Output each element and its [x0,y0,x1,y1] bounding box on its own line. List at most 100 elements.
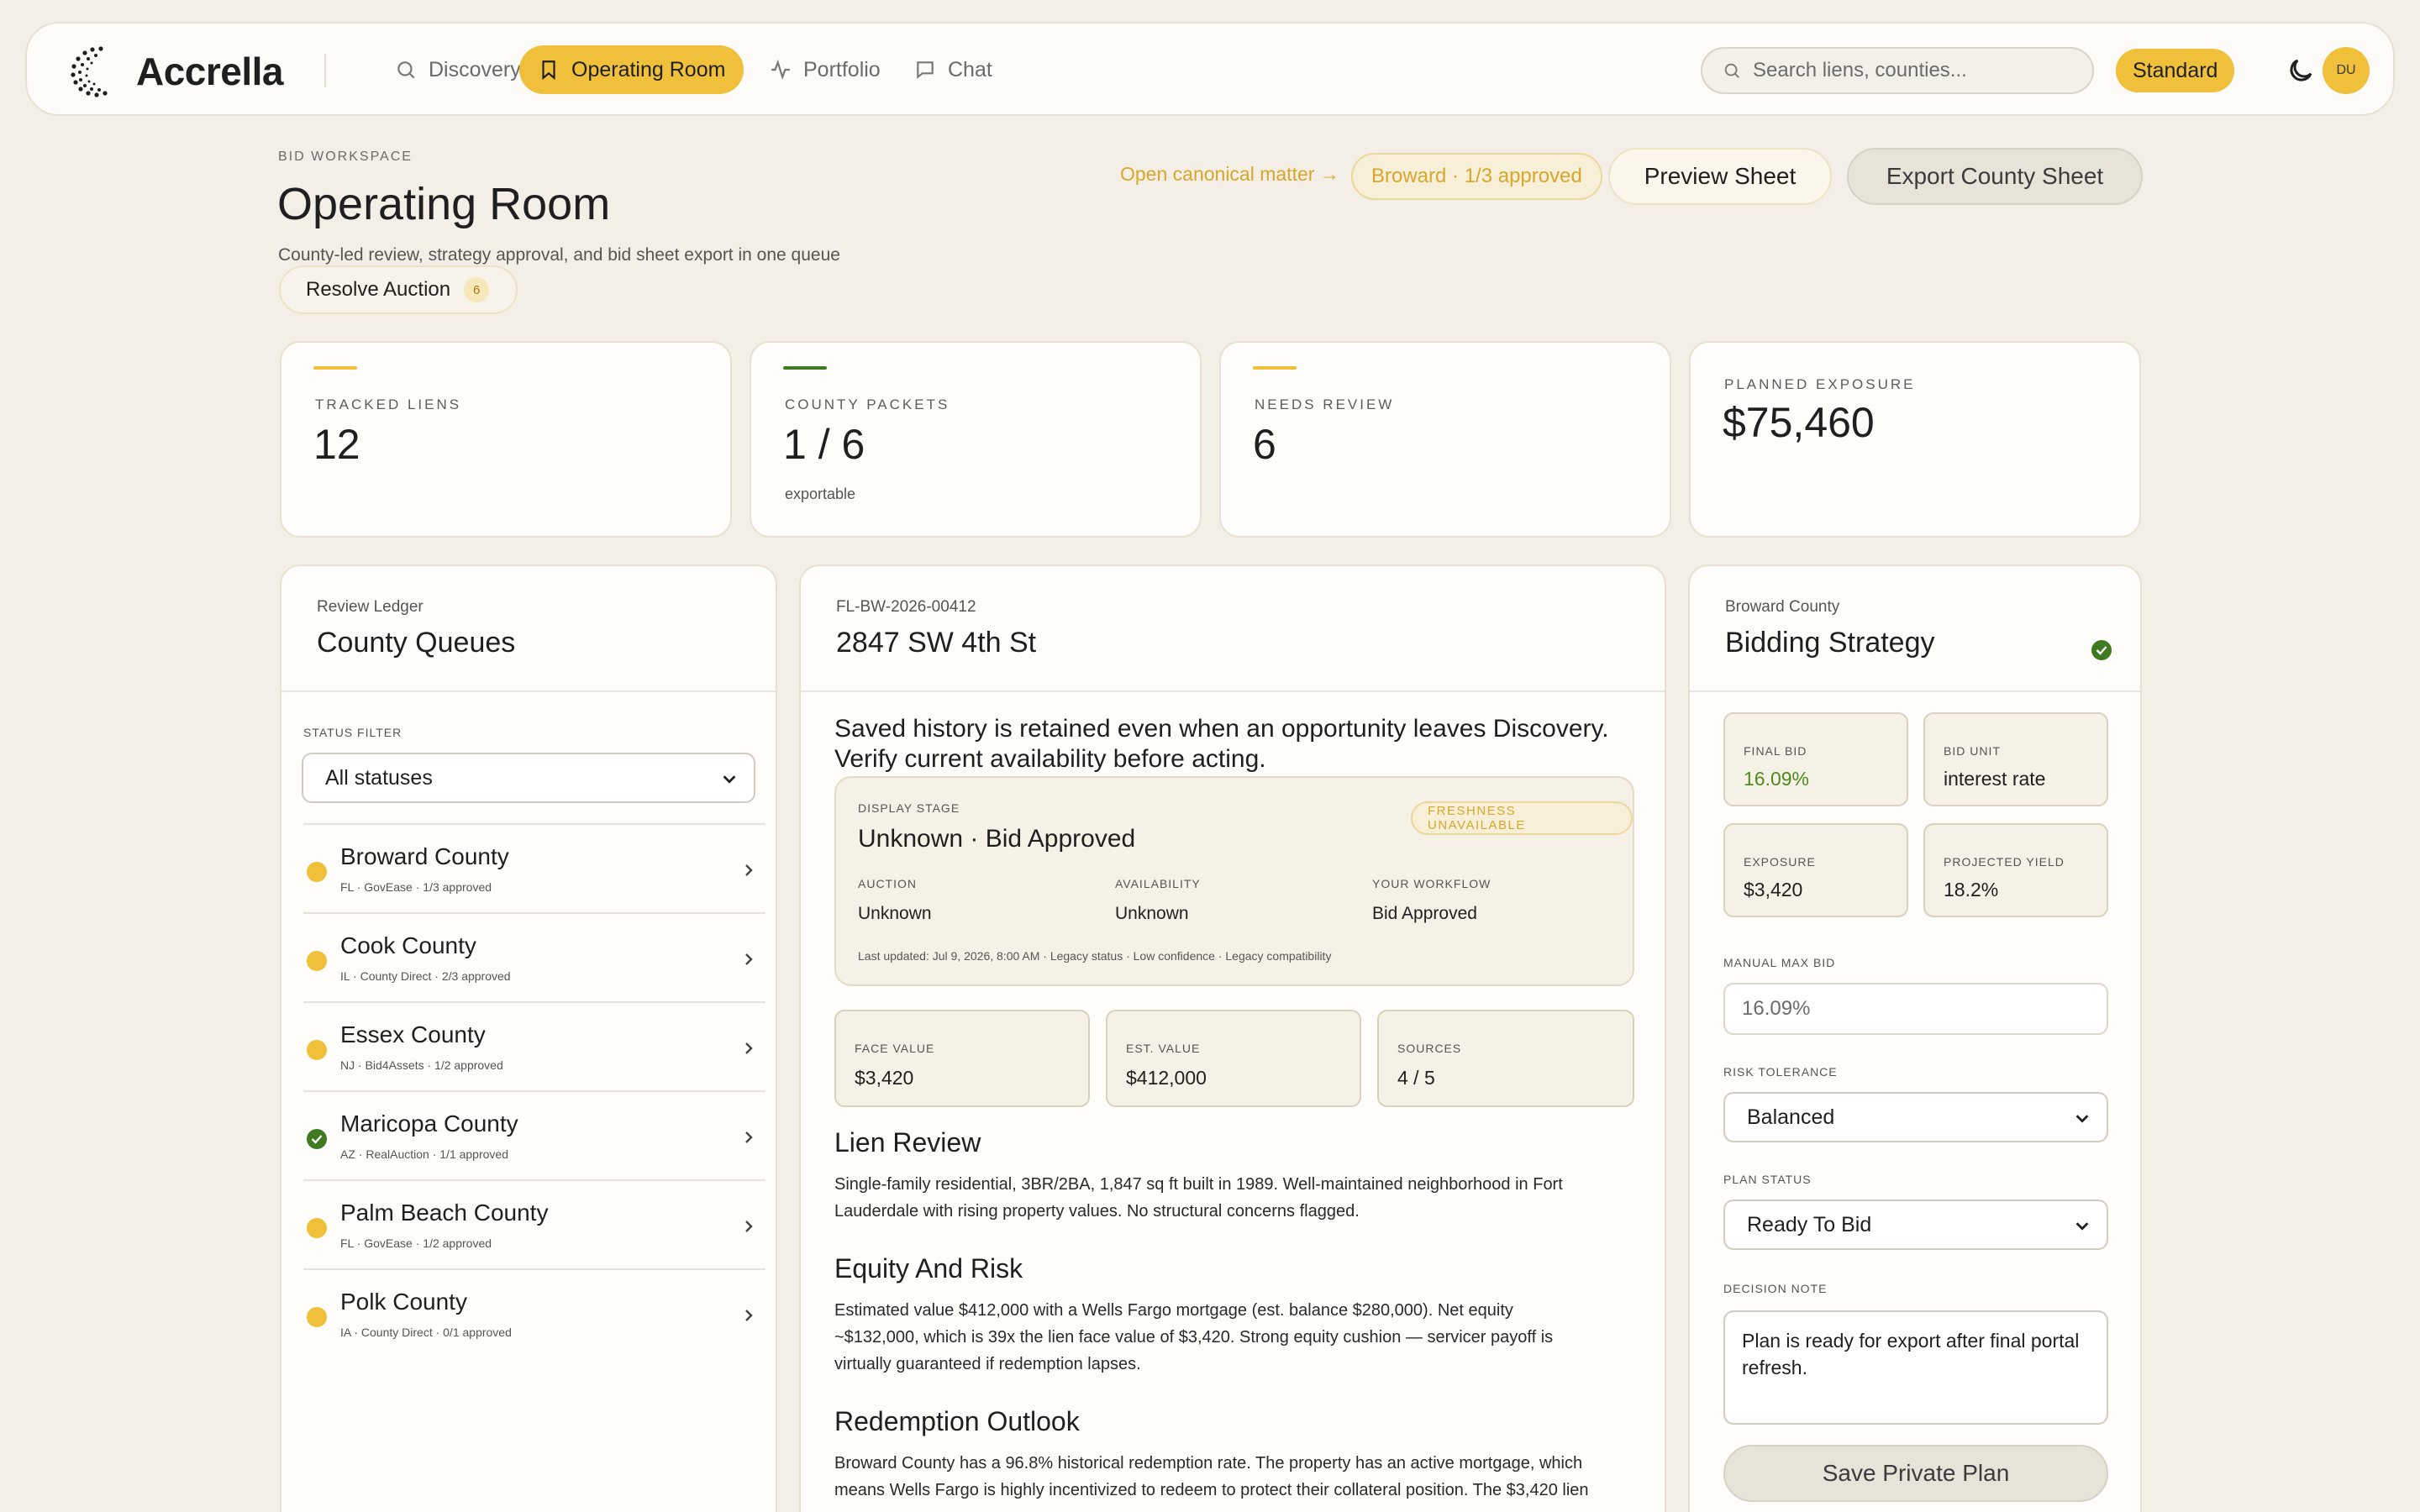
county-row-essex[interactable]: Essex County NJ · Bid4Assets · 1/2 appro… [303,1001,765,1090]
panel-header: Review Ledger County Queues [281,566,776,692]
kv-label: FINAL BID [1744,744,1807,758]
check-icon [307,1129,327,1149]
moon-icon[interactable] [2286,55,2316,86]
county-meta: NJ · Bid4Assets · 1/2 approved [340,1058,503,1072]
county-meta: IL · County Direct · 2/3 approved [340,969,511,983]
kv-value: 16.09% [1744,768,1810,790]
auction-label: AUCTION [858,877,917,890]
county-row-broward[interactable]: Broward County FL · GovEase · 1/3 approv… [303,823,765,912]
county-row-cook[interactable]: Cook County IL · County Direct · 2/3 app… [303,912,765,1001]
stat-value: $75,460 [1723,399,1875,446]
page-subtitle: County-led review, strategy approval, an… [278,245,840,265]
projected-yield-card: PROJECTED YIELD 18.2% [1923,823,2108,917]
section-title-redemption-outlook: Redemption Outlook [834,1406,1080,1436]
stat-label: TRACKED LIENS [315,396,462,412]
chevron-right-icon [745,1221,753,1232]
status-dot [307,951,327,971]
search-icon [1724,63,1739,78]
nav-operating-room[interactable]: Operating Room [519,45,744,94]
stage-label: DISPLAY STAGE [858,801,960,815]
county-status-pill[interactable]: Broward · 1/3 approved [1351,153,1602,200]
nav-portfolio[interactable]: Portfolio [751,45,899,94]
nav-chat[interactable]: Chat [896,45,1011,94]
risk-tolerance-select[interactable]: Balanced [1723,1092,2108,1142]
stage-value: Unknown · Bid Approved [858,825,1136,853]
plan-status-select[interactable]: Ready To Bid [1723,1200,2108,1250]
stat-accent-bar [1253,366,1297,370]
plan-badge[interactable]: Standard [2116,49,2235,92]
stat-note: exportable [785,486,856,502]
kv-value: 18.2% [1944,879,1999,900]
status-dot [307,1218,327,1238]
save-private-plan-button[interactable]: Save Private Plan [1723,1445,2108,1502]
activity-icon [771,59,790,81]
lien-address: 2847 SW 4th St [836,627,1037,659]
stat-accent-bar [783,366,827,370]
stat-accent-bar [313,366,357,370]
metric-label: FACE VALUE [855,1042,935,1055]
check-icon [2091,640,2112,660]
chevron-right-icon [745,864,753,876]
exposure-card: EXPOSURE $3,420 [1723,823,1908,917]
county-meta: FL · GovEase · 1/3 approved [340,880,492,894]
panel-header: Broward County Bidding Strategy [1690,566,2140,692]
county-row-maricopa[interactable]: Maricopa County AZ · RealAuction · 1/1 a… [303,1090,765,1179]
metric-face-value: FACE VALUE $3,420 [834,1010,1090,1107]
manual-max-bid-input[interactable]: 16.09% [1723,983,2108,1035]
auction-value: Unknown [858,904,932,923]
open-canonical-matter-link[interactable]: Open canonical matter → [1120,163,1339,186]
risk-tolerance-label: RISK TOLERANCE [1723,1065,1838,1079]
nav-label: Discovery [429,57,521,81]
top-navigation-bar: Accrella Discovery Operating Room Portfo… [25,22,2395,116]
county-meta: IA · County Direct · 0/1 approved [340,1326,512,1339]
chevron-down-icon [2075,1115,2089,1123]
export-county-sheet-button[interactable]: Export County Sheet [1847,148,2143,205]
chevron-right-icon [745,1310,753,1321]
preview-sheet-button[interactable]: Preview Sheet [1608,148,1832,205]
nav-label: Operating Room [571,57,726,81]
county-name: Palm Beach County [340,1200,549,1226]
search-icon [397,61,415,79]
stat-card-needs-review: NEEDS REVIEW 6 [1219,341,1671,538]
chevron-right-icon [745,1042,753,1054]
nav-discovery[interactable]: Discovery [376,45,539,94]
page-title: Operating Room [277,179,611,229]
plan-status-value: Ready To Bid [1747,1212,1872,1236]
status-filter-value: All statuses [325,765,433,790]
section-title-lien-review: Lien Review [834,1127,981,1158]
county-name: Broward County [340,843,509,869]
nav-divider [324,54,326,87]
search-input[interactable]: Search liens, counties... [1701,47,2094,94]
status-dot [307,1307,327,1327]
nav-label: Chat [948,57,992,81]
decision-note-textarea[interactable]: Plan is ready for export after final por… [1723,1310,2108,1425]
county-name: Essex County [340,1021,486,1047]
kv-label: PROJECTED YIELD [1944,855,2065,869]
chevron-right-icon [745,1131,753,1143]
page-eyebrow: BID WORKSPACE [278,150,413,164]
bookmark-icon [542,60,555,81]
metric-value: 4 / 5 [1397,1067,1435,1089]
county-meta: FL · GovEase · 1/2 approved [340,1236,492,1250]
avatar[interactable]: DU [2323,47,2370,94]
panel-eyebrow: Broward County [1725,598,1840,616]
chat-icon [917,61,934,79]
county-meta: AZ · RealAuction · 1/1 approved [340,1147,508,1161]
section-body-lien-review: Single-family residential, 3BR/2BA, 1,84… [834,1175,1563,1221]
risk-tolerance-value: Balanced [1747,1105,1835,1129]
resolve-auction-button[interactable]: Resolve Auction 6 [279,265,518,314]
freshness-badge: FRESHNESS UNAVAILABLE [1411,801,1633,835]
county-row-palm-beach[interactable]: Palm Beach County FL · GovEase · 1/2 app… [303,1179,765,1268]
chevron-down-icon [723,775,736,784]
chevron-down-icon [2075,1222,2089,1231]
status-filter-select[interactable]: All statuses [302,753,755,803]
last-updated-text: Last updated: Jul 9, 2026, 8:00 AM · Leg… [858,949,1332,963]
stat-label: PLANNED EXPOSURE [1724,376,1916,392]
stat-value: 6 [1253,421,1276,468]
county-row-polk[interactable]: Polk County IA · County Direct · 0/1 app… [303,1268,765,1357]
metric-value: $412,000 [1126,1067,1207,1089]
brand-name[interactable]: Accrella [136,49,284,94]
resolve-count-badge: 6 [464,277,490,302]
status-filter-label: STATUS FILTER [303,726,402,739]
stat-label: NEEDS REVIEW [1255,396,1395,412]
